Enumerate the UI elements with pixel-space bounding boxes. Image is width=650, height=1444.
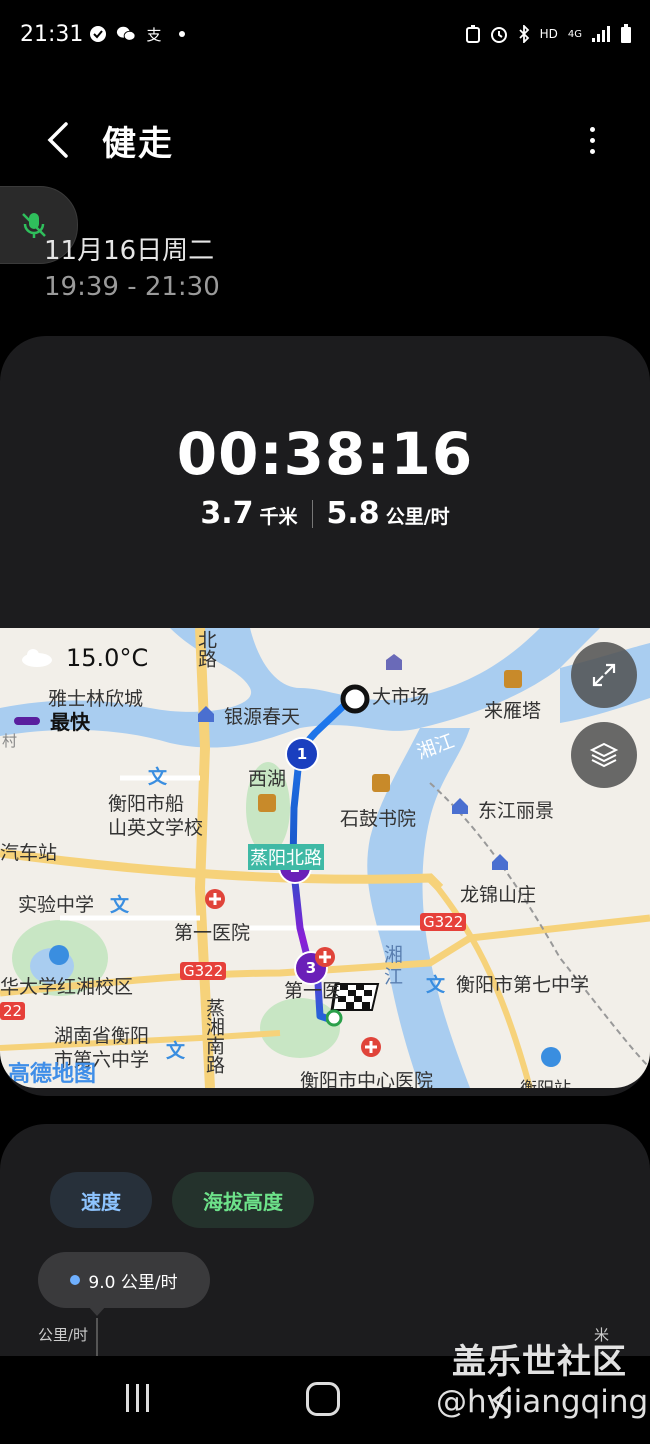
alarm-icon bbox=[490, 27, 507, 43]
signal-icon bbox=[592, 26, 610, 42]
layers-icon bbox=[589, 742, 619, 768]
cloud-icon bbox=[22, 649, 52, 667]
signal-label: 4G bbox=[567, 28, 582, 40]
map-label: 衡阳市船 山英文学校 bbox=[108, 793, 204, 839]
tooltip-dot-icon bbox=[70, 1275, 81, 1285]
battery-icon bbox=[621, 24, 631, 43]
map-label: 华大学红湘校区 bbox=[0, 976, 134, 998]
amap-logo: 高德地图 bbox=[8, 1062, 97, 1087]
recent-apps-button[interactable] bbox=[126, 1384, 149, 1412]
culture-poi-icon: 文 bbox=[110, 894, 130, 916]
school-poi-icon bbox=[49, 945, 69, 965]
tooltip-value: 9.0 公里/时 bbox=[88, 1272, 178, 1293]
map-label: 衡阳市第七中学 bbox=[456, 974, 590, 996]
residence-poi-icon bbox=[492, 854, 508, 870]
watermark-user: @hyjiangqing bbox=[436, 1384, 649, 1420]
status-time: 21:31 bbox=[20, 22, 84, 47]
more-options-button[interactable] bbox=[574, 118, 610, 162]
bluetooth-icon bbox=[518, 25, 529, 43]
pagoda-poi-icon bbox=[504, 670, 522, 688]
chart-axis-unit-left: 公里/时 bbox=[38, 1326, 89, 1344]
chart-tooltip: 9.0 公里/时 bbox=[38, 1252, 210, 1308]
wechat-icon bbox=[116, 24, 136, 44]
dot-icon bbox=[172, 24, 192, 44]
map-label: 东江丽景 bbox=[478, 800, 555, 822]
alipay-icon: 支 bbox=[146, 25, 162, 44]
map-label: 第一医 bbox=[284, 980, 342, 1002]
map-label: 实验中学 bbox=[18, 894, 95, 916]
tooltip-pointer bbox=[88, 1306, 106, 1316]
hospital-poi-icon bbox=[361, 1037, 381, 1057]
market-poi-icon bbox=[386, 654, 402, 670]
map-label: 蒸阳北路 bbox=[248, 844, 324, 870]
battery-saver-icon bbox=[465, 25, 480, 43]
route-map[interactable]: 1 2 3 北路 雅士林欣城 银源春天 大市场 来雁塔 湘江 西湖 村 衡阳市船… bbox=[0, 628, 650, 1088]
recent-bar bbox=[136, 1384, 139, 1412]
more-dot bbox=[589, 126, 595, 132]
chart-cursor-line[interactable] bbox=[96, 1318, 98, 1358]
culture-poi-icon: 文 bbox=[426, 974, 446, 996]
map-label: 蒸湘南路 bbox=[203, 998, 225, 1074]
residence-poi-icon bbox=[452, 798, 468, 814]
pagoda-poi-icon bbox=[258, 794, 276, 812]
map-label: 衡阳站 bbox=[520, 1074, 571, 1088]
page-title: 健走 bbox=[102, 124, 174, 164]
tab-altitude[interactable]: 海拔高度 bbox=[172, 1172, 314, 1228]
legend-color-swatch bbox=[14, 716, 40, 725]
map-label: 西湖 bbox=[248, 768, 287, 790]
system-status-icons: HD 4G bbox=[465, 24, 632, 44]
map-label: 来雁塔 bbox=[484, 700, 542, 722]
residence-poi-icon bbox=[198, 706, 214, 722]
back-button[interactable] bbox=[38, 118, 78, 162]
chevron-left-icon bbox=[47, 122, 68, 158]
session-date: 11月16日周二 bbox=[44, 236, 215, 266]
hospital-poi-icon bbox=[315, 947, 335, 967]
notification-icons: 支 bbox=[88, 24, 192, 44]
expand-icon bbox=[592, 663, 616, 687]
distance-unit: 千米 bbox=[259, 506, 298, 528]
map-label: 衡阳市中心医院 bbox=[300, 1070, 434, 1088]
culture-poi-icon: 文 bbox=[148, 766, 168, 788]
start-marker-icon bbox=[340, 684, 370, 714]
station-poi-icon bbox=[541, 1047, 561, 1067]
stats-divider bbox=[311, 499, 313, 528]
map-label: G322 bbox=[180, 962, 227, 980]
pagoda-poi-icon bbox=[372, 774, 390, 792]
map-label: 龙锦山庄 bbox=[460, 884, 537, 906]
tab-speed[interactable]: 速度 bbox=[50, 1172, 152, 1228]
map-label: 大市场 bbox=[372, 686, 430, 708]
check-badge-icon bbox=[88, 24, 108, 44]
map-label: 北路 bbox=[195, 630, 217, 668]
session-time-range: 19:39 - 21:30 bbox=[44, 272, 220, 302]
map-label: G322 bbox=[420, 913, 467, 931]
map-label: 汽车站 bbox=[0, 842, 58, 864]
map-label: 湘 江 bbox=[384, 944, 404, 988]
speed-value: 5.8 bbox=[326, 496, 380, 531]
culture-poi-icon: 文 bbox=[166, 1040, 186, 1062]
speed-unit: 公里/时 bbox=[385, 506, 450, 528]
summary-stats: 3.7 千米 5.8 公里/时 bbox=[0, 496, 650, 531]
hospital-poi-icon bbox=[205, 889, 225, 909]
map-label: 第一医院 bbox=[174, 922, 251, 944]
recent-bar bbox=[126, 1384, 129, 1412]
map-label: 石鼓书院 bbox=[340, 808, 417, 830]
distance-value: 3.7 bbox=[200, 496, 254, 531]
weather-temperature: 15.0°C bbox=[66, 644, 149, 672]
legend-label: 最快 bbox=[50, 710, 90, 734]
route-marker-1: 1 bbox=[285, 737, 319, 771]
map-layers-button[interactable] bbox=[571, 722, 637, 788]
home-button[interactable] bbox=[306, 1382, 340, 1416]
more-dot bbox=[589, 148, 595, 154]
recent-bar bbox=[146, 1384, 149, 1412]
map-label: 22 bbox=[0, 1002, 26, 1020]
map-label: 银源春天 bbox=[224, 706, 301, 728]
more-dot bbox=[589, 137, 595, 143]
hd-label: HD bbox=[539, 27, 558, 41]
route-legend: 最快 bbox=[14, 706, 90, 735]
expand-map-button[interactable] bbox=[571, 642, 637, 708]
workout-duration: 00:38:16 bbox=[176, 420, 474, 488]
watermark-community: 盖乐世社区 bbox=[452, 1342, 627, 1382]
